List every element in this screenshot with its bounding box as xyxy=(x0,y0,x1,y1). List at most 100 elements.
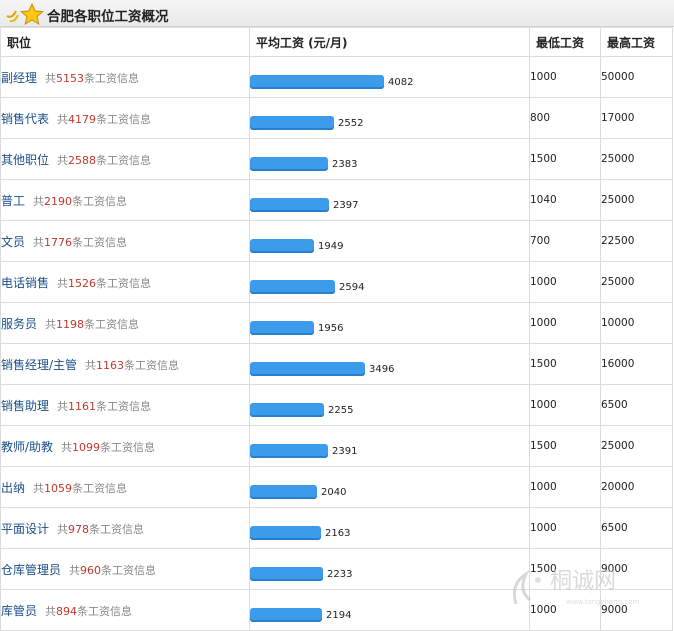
min-salary-cell: 800 xyxy=(529,97,601,139)
count-suffix: 条工资信息 xyxy=(84,71,140,85)
job-link[interactable]: 仓库管理员 xyxy=(2,563,62,577)
min-salary-cell: 1500 xyxy=(529,343,601,385)
count-suffix: 条工资信息 xyxy=(89,522,145,536)
avg-salary-value: 2233 xyxy=(327,569,353,580)
avg-salary-bar xyxy=(250,321,314,335)
salary-table: 职位 平均工资 (元/月) 最低工资 最高工资 副经理 共5153条工资信息 408… xyxy=(0,27,673,631)
avg-salary-value: 2594 xyxy=(339,282,365,293)
job-cell: 平面设计 共978条工资信息 xyxy=(0,507,250,549)
table-row: 销售经理/主管 共1163条工资信息 3496 1500 16000 xyxy=(0,343,673,385)
job-link[interactable]: 其他职位 xyxy=(2,153,50,167)
count-number: 894 xyxy=(56,604,78,618)
max-salary-cell: 50000 xyxy=(600,56,673,98)
min-salary-cell: 1000 xyxy=(529,466,601,508)
job-link[interactable]: 库管员 xyxy=(2,604,38,618)
table-row: 教师/助教 共1099条工资信息 2391 1500 25000 xyxy=(0,425,673,467)
count-suffix: 条工资信息 xyxy=(72,194,128,208)
avg-salary-bar xyxy=(250,198,329,212)
job-link[interactable]: 销售代表 xyxy=(2,112,50,126)
job-cell: 仓库管理员 共960条工资信息 xyxy=(0,548,250,590)
avg-salary-value: 4082 xyxy=(388,77,414,88)
count-number: 2190 xyxy=(44,194,73,208)
avg-salary-value: 2383 xyxy=(332,159,358,170)
record-count: 共1776条工资信息 xyxy=(33,236,127,249)
count-prefix: 共 xyxy=(69,563,81,577)
job-link[interactable]: 销售助理 xyxy=(2,399,50,413)
avg-salary-value: 2163 xyxy=(325,528,351,539)
job-link[interactable]: 电话销售 xyxy=(2,276,50,290)
avg-salary-cell: 3496 xyxy=(249,343,530,385)
max-salary-cell: 25000 xyxy=(600,261,673,303)
count-suffix: 条工资信息 xyxy=(96,112,152,126)
job-cell: 出纳 共1059条工资信息 xyxy=(0,466,250,508)
column-header-job: 职位 xyxy=(0,27,250,57)
column-header-max-salary: 最高工资 xyxy=(600,27,673,57)
job-cell: 销售代表 共4179条工资信息 xyxy=(0,97,250,139)
job-cell: 其他职位 共2588条工资信息 xyxy=(0,138,250,180)
min-salary-cell: 1500 xyxy=(529,548,601,590)
avg-salary-cell: 4082 xyxy=(249,56,530,98)
job-cell: 库管员 共894条工资信息 xyxy=(0,589,250,631)
avg-salary-cell: 2255 xyxy=(249,384,530,426)
count-prefix: 共 xyxy=(57,399,69,413)
record-count: 共894条工资信息 xyxy=(45,605,132,618)
job-link[interactable]: 平面设计 xyxy=(2,522,50,536)
avg-salary-value: 2040 xyxy=(321,487,347,498)
min-salary-cell: 700 xyxy=(529,220,601,262)
avg-salary-value: 1949 xyxy=(318,241,344,252)
table-row: 文员 共1776条工资信息 1949 700 22500 xyxy=(0,220,673,262)
avg-salary-bar xyxy=(250,239,314,253)
job-link[interactable]: 普工 xyxy=(2,194,26,208)
count-prefix: 共 xyxy=(57,153,69,167)
count-prefix: 共 xyxy=(45,317,57,331)
table-row: 平面设计 共978条工资信息 2163 1000 6500 xyxy=(0,507,673,549)
table-row: 副经理 共5153条工资信息 4082 1000 50000 xyxy=(0,56,673,98)
avg-salary-cell: 1956 xyxy=(249,302,530,344)
job-link[interactable]: 副经理 xyxy=(2,71,38,85)
avg-salary-bar xyxy=(250,362,365,376)
max-salary-cell: 20000 xyxy=(600,466,673,508)
job-link[interactable]: 销售经理/主管 xyxy=(2,358,78,372)
count-suffix: 条工资信息 xyxy=(72,235,128,249)
record-count: 共1161条工资信息 xyxy=(57,400,151,413)
count-prefix: 共 xyxy=(33,235,45,249)
avg-salary-value: 2391 xyxy=(332,446,358,457)
avg-salary-cell: 2594 xyxy=(249,261,530,303)
avg-salary-cell: 2194 xyxy=(249,589,530,631)
count-prefix: 共 xyxy=(33,194,45,208)
count-prefix: 共 xyxy=(57,112,69,126)
job-cell: 服务员 共1198条工资信息 xyxy=(0,302,250,344)
avg-salary-cell: 2233 xyxy=(249,548,530,590)
count-number: 1776 xyxy=(44,235,73,249)
table-row: 出纳 共1059条工资信息 2040 1000 20000 xyxy=(0,466,673,508)
max-salary-cell: 9000 xyxy=(600,589,673,631)
table-row: 销售助理 共1161条工资信息 2255 1000 6500 xyxy=(0,384,673,426)
avg-salary-bar xyxy=(250,157,328,171)
record-count: 共978条工资信息 xyxy=(57,523,144,536)
table-row: 普工 共2190条工资信息 2397 1040 25000 xyxy=(0,179,673,221)
count-suffix: 条工资信息 xyxy=(96,399,152,413)
count-suffix: 条工资信息 xyxy=(101,563,157,577)
record-count: 共1059条工资信息 xyxy=(33,482,127,495)
job-link[interactable]: 出纳 xyxy=(2,481,26,495)
job-link[interactable]: 服务员 xyxy=(2,317,38,331)
count-number: 2588 xyxy=(68,153,97,167)
min-salary-cell: 1040 xyxy=(529,179,601,221)
avg-salary-bar xyxy=(250,526,321,540)
job-link[interactable]: 文员 xyxy=(2,235,26,249)
count-prefix: 共 xyxy=(57,276,69,290)
count-number: 1163 xyxy=(96,358,125,372)
count-suffix: 条工资信息 xyxy=(100,440,156,454)
avg-salary-value: 2397 xyxy=(333,200,359,211)
min-salary-cell: 1500 xyxy=(529,138,601,180)
min-salary-cell: 1000 xyxy=(529,589,601,631)
table-header-row: 职位 平均工资 (元/月) 最低工资 最高工资 xyxy=(0,27,673,57)
job-cell: 销售助理 共1161条工资信息 xyxy=(0,384,250,426)
count-number: 4179 xyxy=(68,112,97,126)
count-number: 5153 xyxy=(56,71,85,85)
table-row: 仓库管理员 共960条工资信息 2233 1500 9000 xyxy=(0,548,673,590)
table-row: 库管员 共894条工资信息 2194 1000 9000 xyxy=(0,589,673,631)
job-link[interactable]: 教师/助教 xyxy=(2,440,54,454)
count-prefix: 共 xyxy=(33,481,45,495)
max-salary-cell: 16000 xyxy=(600,343,673,385)
